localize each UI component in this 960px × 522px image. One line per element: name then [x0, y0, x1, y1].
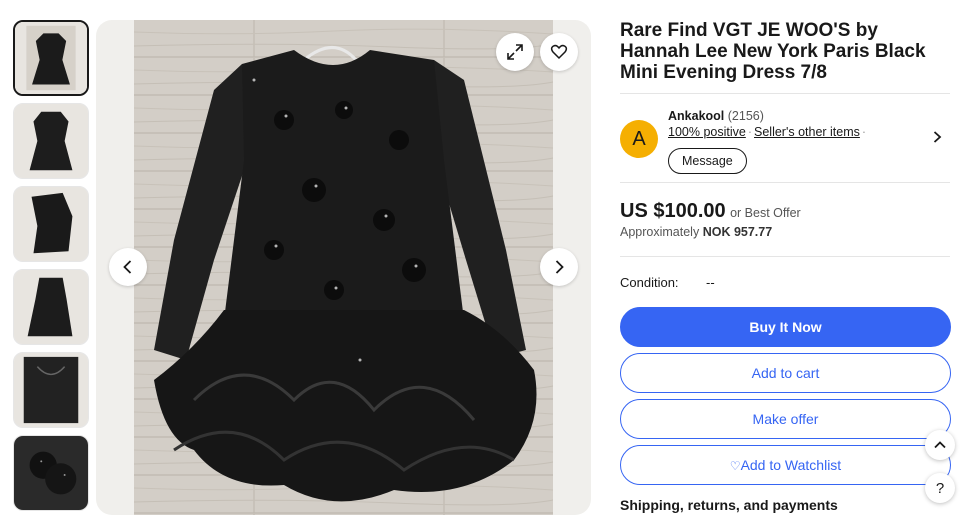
chevron-right-icon[interactable] — [930, 130, 944, 144]
seller-avatar[interactable]: A — [620, 120, 658, 158]
shipping-heading[interactable]: Shipping, returns, and payments — [620, 497, 950, 513]
thumbnail-6[interactable] — [13, 435, 89, 511]
thumbnail-strip — [13, 20, 89, 518]
expand-icon — [507, 44, 523, 60]
price-block: US $100.00 or Best Offer Approximately N… — [620, 183, 950, 256]
item-info-panel: Rare Find VGT JE WOO'S by Hannah Lee New… — [620, 20, 951, 513]
add-to-watchlist-button[interactable]: ♡Add to Watchlist — [620, 445, 951, 485]
help-button[interactable]: ? — [925, 473, 955, 503]
watch-heart-button[interactable] — [540, 33, 578, 71]
condition-label: Condition: — [620, 275, 679, 290]
thumbnail-3[interactable] — [13, 186, 89, 262]
approx-price: Approximately NOK 957.77 — [620, 225, 950, 239]
listing-title: Rare Find VGT JE WOO'S by Hannah Lee New… — [620, 20, 926, 83]
previous-image-button[interactable] — [109, 248, 147, 286]
seller-name[interactable]: Ankakool — [668, 109, 724, 123]
help-icon: ? — [935, 479, 945, 497]
best-offer-note: or Best Offer — [730, 206, 801, 220]
chevron-up-icon — [934, 441, 946, 449]
thumbnail-4[interactable] — [13, 269, 89, 345]
approx-value: NOK 957.77 — [702, 225, 773, 239]
approx-label: Approximately — [620, 225, 700, 239]
separator-dot: · — [747, 125, 752, 139]
add-to-cart-button[interactable]: Add to cart — [620, 353, 951, 393]
thumbnail-2[interactable] — [13, 103, 89, 179]
main-photo[interactable] — [96, 20, 591, 515]
condition-row: Condition: -- — [620, 257, 950, 307]
chevron-right-icon — [555, 260, 564, 274]
seller-card: A Ankakool (2156) 100% positive · Seller's… — [620, 94, 950, 182]
thumbnail-5[interactable] — [13, 352, 89, 428]
condition-value: -- — [706, 275, 715, 290]
scroll-to-top-button[interactable] — [925, 430, 955, 460]
price-amount: US $100.00 — [620, 200, 726, 222]
separator-dot: · — [861, 125, 867, 139]
seller-positive-link[interactable]: 100% positive — [668, 125, 746, 139]
thumbnail-1[interactable] — [13, 20, 89, 96]
heart-icon: ♡ — [729, 459, 741, 473]
expand-button[interactable] — [496, 33, 534, 71]
dress-photo — [134, 20, 553, 515]
next-image-button[interactable] — [540, 248, 578, 286]
chevron-left-icon — [123, 260, 132, 274]
seller-feedback-count: (2156) — [727, 109, 764, 123]
buy-it-now-button[interactable]: Buy It Now — [620, 307, 951, 347]
seller-details: Ankakool (2156) 100% positive · Seller's o… — [668, 108, 868, 140]
watchlist-label: Add to Watchlist — [740, 457, 842, 473]
make-offer-button[interactable]: Make offer — [620, 399, 951, 439]
message-button[interactable]: Message — [668, 148, 747, 174]
heart-icon — [550, 44, 568, 60]
seller-other-items-link[interactable]: Seller's other items — [754, 125, 860, 139]
